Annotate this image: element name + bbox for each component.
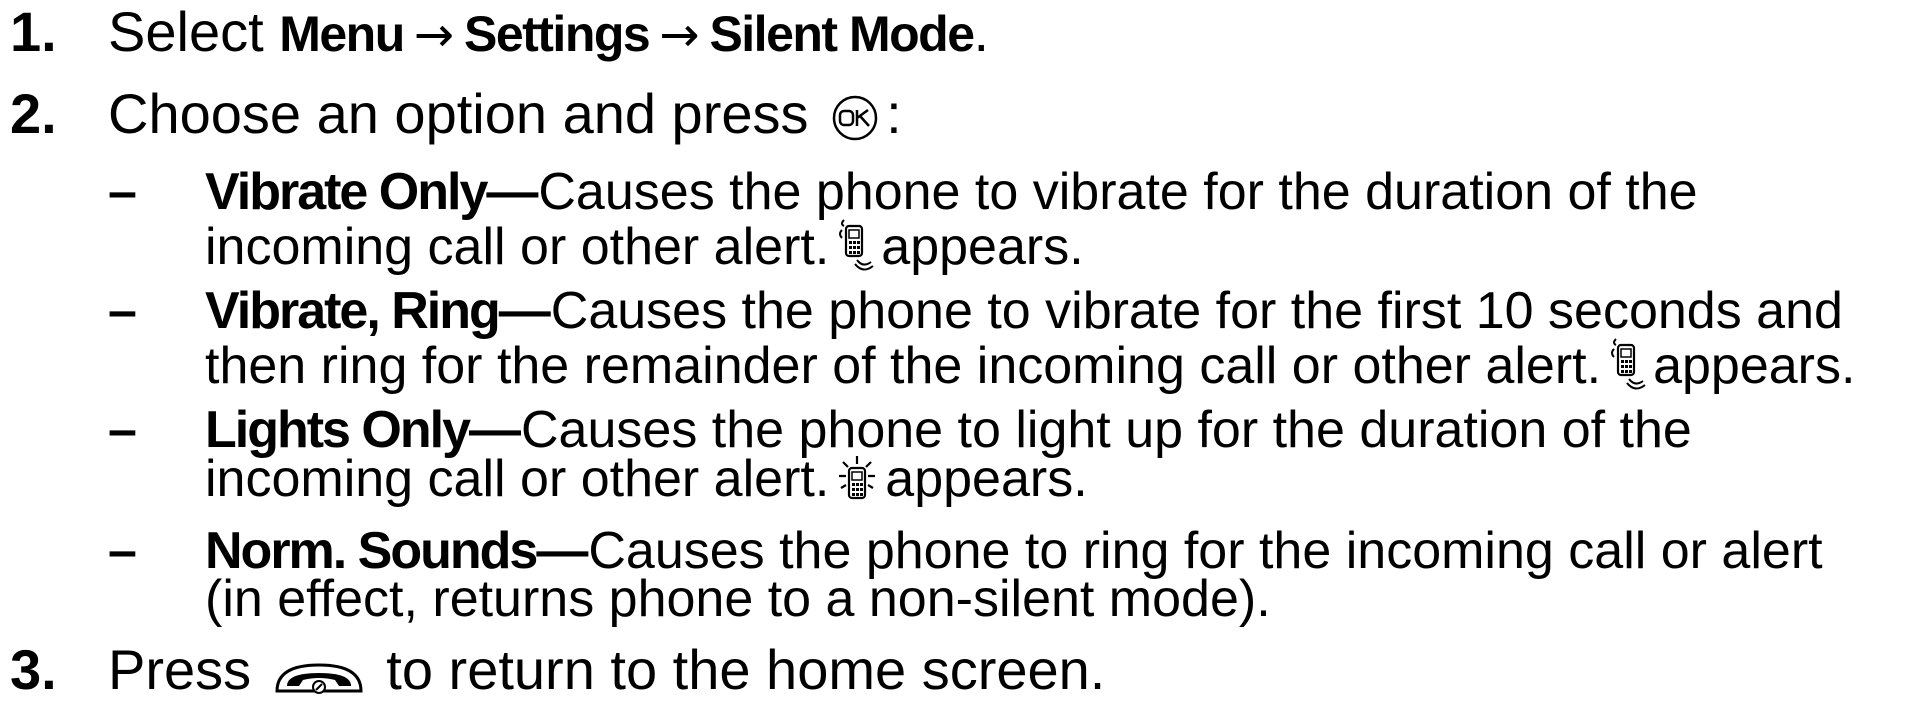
option-description-cont: incoming call or other alert. bbox=[205, 450, 830, 508]
vibrate-ring-phone-icon bbox=[1607, 335, 1647, 393]
step-text: Select Menu → Settings → Silent Mode. bbox=[108, 2, 989, 65]
lights-phone-icon bbox=[835, 454, 879, 506]
option-description: Causes the phone to vibrate for the firs… bbox=[550, 282, 1843, 340]
option-line-2: (in effect, returns phone to a non-silen… bbox=[205, 570, 1271, 628]
option-body: Norm. Sounds—Causes the phone to ring fo… bbox=[205, 522, 1823, 628]
colon: : bbox=[886, 82, 902, 145]
step-text-before: Press bbox=[108, 638, 252, 701]
option-line-1: Vibrate Only—Causes the phone to vibrate… bbox=[205, 163, 1698, 221]
emdash: — bbox=[498, 282, 551, 340]
step-prefix: Select bbox=[108, 0, 280, 63]
list-dash: – bbox=[108, 282, 137, 340]
option-line-1: Norm. Sounds—Causes the phone to ring fo… bbox=[205, 522, 1823, 580]
option-body: Vibrate Only—Causes the phone to vibrate… bbox=[205, 163, 1698, 274]
step-number: 1. bbox=[10, 0, 57, 63]
option-appears: appears. bbox=[885, 450, 1088, 508]
emdash: — bbox=[486, 163, 539, 221]
option-appears: appears. bbox=[1653, 337, 1856, 395]
option-line-2: incoming call or other alert. appears. bbox=[205, 453, 1692, 506]
step-text-after: to return to the home screen. bbox=[386, 638, 1106, 701]
option-body: Lights Only—Causes the phone to light up… bbox=[205, 401, 1692, 506]
option-appears: appears. bbox=[881, 218, 1084, 276]
option-name: Norm. Sounds bbox=[205, 522, 538, 580]
step-number: 2. bbox=[10, 82, 57, 145]
menu-item-silent-mode: Silent Mode bbox=[709, 6, 975, 62]
option-line-2: then ring for the remainder of the incom… bbox=[205, 335, 1855, 393]
step-text: Choose an option and press : bbox=[108, 84, 902, 144]
option-line-1: Lights Only—Causes the phone to light up… bbox=[205, 401, 1692, 459]
option-line-1: Vibrate, Ring—Causes the phone to vibrat… bbox=[205, 282, 1855, 340]
arrow-icon: → bbox=[659, 7, 700, 63]
menu-item-menu: Menu bbox=[279, 6, 405, 62]
option-name: Vibrate, Ring bbox=[205, 282, 501, 340]
menu-item-settings: Settings bbox=[463, 6, 651, 62]
list-dash: – bbox=[108, 163, 137, 221]
option-body: Vibrate, Ring—Causes the phone to vibrat… bbox=[205, 282, 1855, 393]
option-description: Causes the phone to vibrate for the dura… bbox=[538, 163, 1698, 221]
step-text: Press to return to the home screen. bbox=[108, 640, 1105, 700]
end-call-key-icon bbox=[273, 653, 365, 699]
option-line-2: incoming call or other alert. appears. bbox=[205, 216, 1698, 274]
ok-key-icon bbox=[830, 93, 880, 143]
vibrate-phone-icon bbox=[835, 216, 875, 274]
instructions-document: 1. Select Menu → Settings → Silent Mode. 2. … bbox=[0, 0, 1914, 701]
option-description-cont: then ring for the remainder of the incom… bbox=[205, 337, 1602, 395]
arrow-icon: → bbox=[413, 7, 454, 63]
list-dash: – bbox=[108, 522, 137, 580]
option-name: Lights Only bbox=[205, 401, 471, 459]
step-suffix: . bbox=[973, 0, 990, 63]
step-number: 3. bbox=[10, 638, 57, 701]
option-description-cont: incoming call or other alert. bbox=[205, 218, 830, 276]
option-name: Vibrate Only bbox=[205, 163, 488, 221]
step-text-main: Choose an option and press bbox=[108, 82, 809, 145]
list-dash: – bbox=[108, 401, 137, 459]
